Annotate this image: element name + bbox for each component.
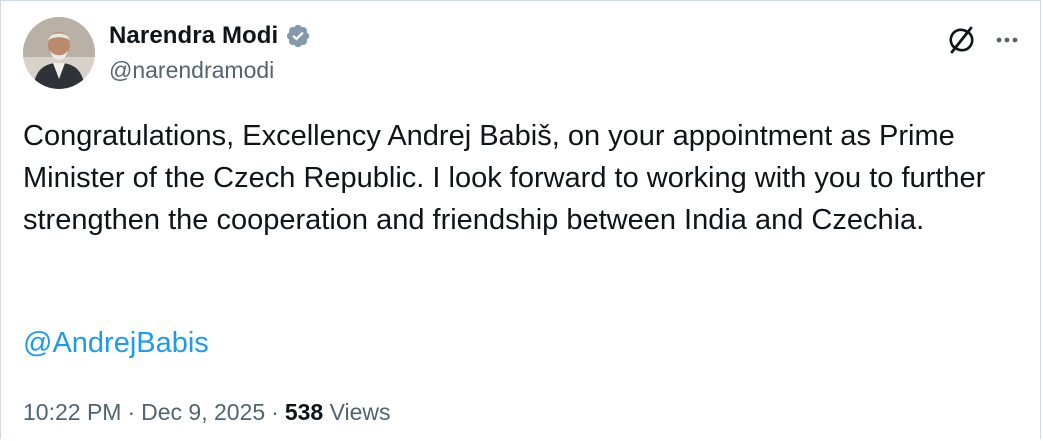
tweet-meta: 10:22 PM · Dec 9, 2025 · 538 Views [23, 399, 391, 426]
mention-link[interactable]: @AndrejBabis [23, 327, 209, 360]
tweet-text: Congratulations, Excellency Andrej Babiš… [23, 120, 986, 236]
meta-separator: · [127, 399, 136, 425]
views-label: Views [329, 399, 391, 425]
author-name[interactable]: Narendra Modi [109, 22, 278, 50]
grok-icon[interactable] [944, 23, 978, 57]
tweet-time[interactable]: 10:22 PM [23, 399, 121, 425]
views-count: 538 [284, 399, 324, 425]
author-handle[interactable]: @narendramodi [109, 57, 311, 84]
tweet-actions-top [944, 23, 1022, 57]
meta-separator: · [271, 399, 279, 425]
verified-badge-icon [287, 24, 310, 48]
tweet-date[interactable]: Dec 9, 2025 [141, 399, 265, 425]
avatar[interactable] [23, 17, 95, 89]
more-options-icon[interactable] [992, 25, 1022, 55]
author-block: Narendra Modi @narendramodi [109, 19, 311, 84]
tweet-card: Narendra Modi @narendramodi Congratulati… [0, 0, 1041, 439]
